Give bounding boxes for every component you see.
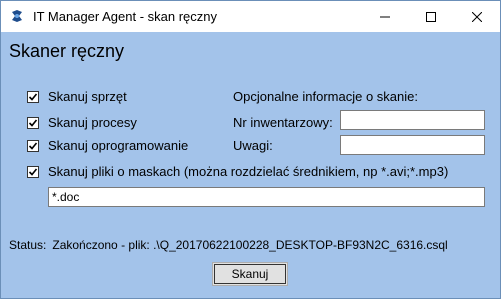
close-icon xyxy=(472,11,482,22)
minimize-icon xyxy=(380,12,390,22)
status-line: Status: Zakończono - plik: .\Q_2017062210… xyxy=(9,238,448,252)
scan-files-checkbox[interactable] xyxy=(27,166,39,178)
scan-files-label: Skanuj pliki o maskach (można rozdzielać… xyxy=(48,164,449,179)
status-value: Zakończono - plik: .\Q_20170622100228_DE… xyxy=(52,238,448,252)
notes-label: Uwagi: xyxy=(233,138,273,153)
checkmark-icon xyxy=(28,93,38,101)
title-bar[interactable]: IT Manager Agent - skan ręczny xyxy=(1,1,500,32)
notes-input[interactable] xyxy=(340,135,485,155)
checkmark-icon xyxy=(28,142,38,150)
scan-hardware-label: Skanuj sprzęt xyxy=(48,89,127,104)
close-button[interactable] xyxy=(454,1,500,32)
app-logo-icon xyxy=(10,9,24,23)
scan-processes-checkbox[interactable] xyxy=(27,117,39,129)
scan-software-checkbox[interactable] xyxy=(27,140,39,152)
file-mask-input[interactable]: *.doc xyxy=(48,187,485,207)
optional-info-heading: Opcjonalne informacje o skanie: xyxy=(233,89,418,104)
checkmark-icon xyxy=(28,168,38,176)
maximize-icon xyxy=(426,11,436,22)
status-label: Status: xyxy=(9,238,47,252)
scanner-panel: Skaner ręczny Skanuj sprzęt Skanuj proce… xyxy=(1,32,500,298)
scan-software-label: Skanuj oprogramowanie xyxy=(48,138,189,153)
page-title: Skaner ręczny xyxy=(9,41,125,61)
inventory-number-input[interactable] xyxy=(340,110,485,130)
minimize-button[interactable] xyxy=(362,1,408,32)
scan-button[interactable]: Skanuj xyxy=(212,262,288,286)
window-title: IT Manager Agent - skan ręczny xyxy=(33,9,218,24)
scan-hardware-checkbox[interactable] xyxy=(27,91,39,103)
checkmark-icon xyxy=(28,119,38,127)
scan-processes-label: Skanuj procesy xyxy=(48,115,137,130)
maximize-button[interactable] xyxy=(408,1,454,32)
app-window: IT Manager Agent - skan ręczny Skaner rę… xyxy=(0,0,501,299)
inventory-number-label: Nr inwentarzowy: xyxy=(233,115,333,130)
